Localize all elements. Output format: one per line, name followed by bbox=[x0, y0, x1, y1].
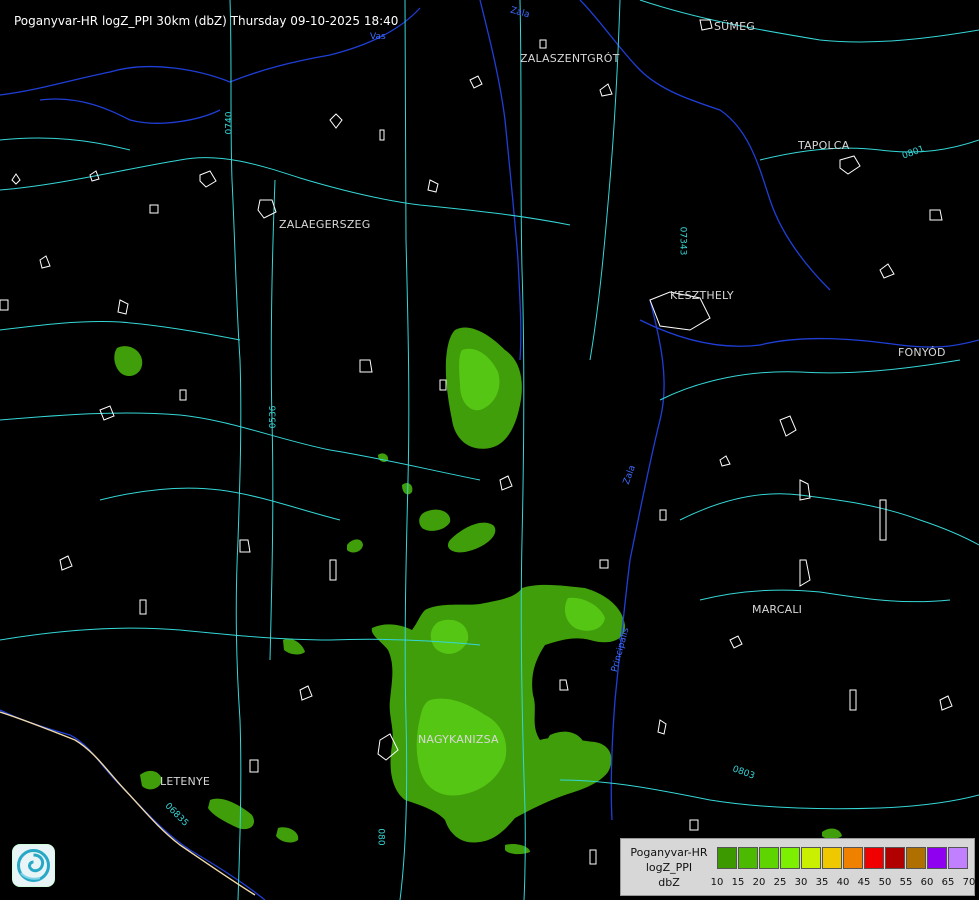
reflectivity-legend: Poganyvar-HR logZ_PPI dbZ 10 15 20 25 30 35 40… bbox=[620, 838, 975, 896]
town-label-zalaszentgrot: ZALASZENTGRÓT bbox=[520, 52, 620, 65]
legend-swatch-3 bbox=[780, 847, 800, 869]
road-label-080: 080 bbox=[375, 828, 386, 846]
road-label-07343: 07343 bbox=[677, 226, 688, 256]
radar-map bbox=[0, 0, 979, 900]
legend-swatch-8 bbox=[885, 847, 905, 869]
legend-tick-45: 45 bbox=[857, 877, 871, 888]
road-label-0536: 0536 bbox=[268, 405, 279, 429]
legend-swatch-4 bbox=[801, 847, 821, 869]
town-label-letenye: LETENYE bbox=[160, 775, 211, 788]
legend-tick-10: 10 bbox=[710, 877, 724, 888]
legend-tick-15: 15 bbox=[731, 877, 745, 888]
town-label-nagykanizsa: NAGYKANIZSA bbox=[418, 733, 499, 746]
radar-swirl-logo-icon bbox=[12, 844, 55, 887]
legend-swatch-11 bbox=[948, 847, 968, 869]
legend-title-line-2: logZ_PPI bbox=[645, 861, 693, 874]
legend-tick-30: 30 bbox=[794, 877, 808, 888]
legend-swatch-2 bbox=[759, 847, 779, 869]
legend-swatch-1 bbox=[738, 847, 758, 869]
road-label-0740: 0740 bbox=[224, 111, 235, 135]
legend-tick-65: 65 bbox=[941, 877, 955, 888]
legend-tick-55: 55 bbox=[899, 877, 913, 888]
town-label-fonyod: FONYÓD bbox=[898, 346, 946, 359]
legend-color-scale bbox=[717, 847, 969, 869]
legend-swatch-6 bbox=[843, 847, 863, 869]
legend-swatch-5 bbox=[822, 847, 842, 869]
legend-tick-50: 50 bbox=[878, 877, 892, 888]
legend-title-line-3: dbZ bbox=[658, 876, 680, 889]
legend-tick-20: 20 bbox=[752, 877, 766, 888]
legend-swatch-10 bbox=[927, 847, 947, 869]
town-label-keszthely: KESZTHELY bbox=[670, 289, 734, 302]
town-label-marcali: MARCALI bbox=[752, 603, 803, 616]
legend-tick-35: 35 bbox=[815, 877, 829, 888]
legend-tick-25: 25 bbox=[773, 877, 787, 888]
legend-tick-labels: 10 15 20 25 30 35 40 45 50 55 60 65 70 bbox=[711, 877, 977, 891]
town-label-sumeg: SÜMEG bbox=[714, 20, 755, 33]
town-label-zalaegerszeg: ZALAEGERSZEG bbox=[279, 218, 371, 231]
legend-tick-70: 70 bbox=[962, 877, 976, 888]
product-title: Poganyvar-HR logZ_PPI 30km (dbZ) Thursda… bbox=[14, 14, 399, 28]
legend-title: Poganyvar-HR logZ_PPI dbZ bbox=[625, 845, 713, 890]
legend-tick-60: 60 bbox=[920, 877, 934, 888]
town-label-tapolca: TAPOLCA bbox=[798, 139, 850, 152]
river-label-vas: Vas bbox=[370, 32, 386, 42]
legend-swatch-7 bbox=[864, 847, 884, 869]
legend-tick-40: 40 bbox=[836, 877, 850, 888]
legend-swatch-9 bbox=[906, 847, 926, 869]
legend-swatch-0 bbox=[717, 847, 737, 869]
legend-title-line-1: Poganyvar-HR bbox=[630, 846, 708, 859]
